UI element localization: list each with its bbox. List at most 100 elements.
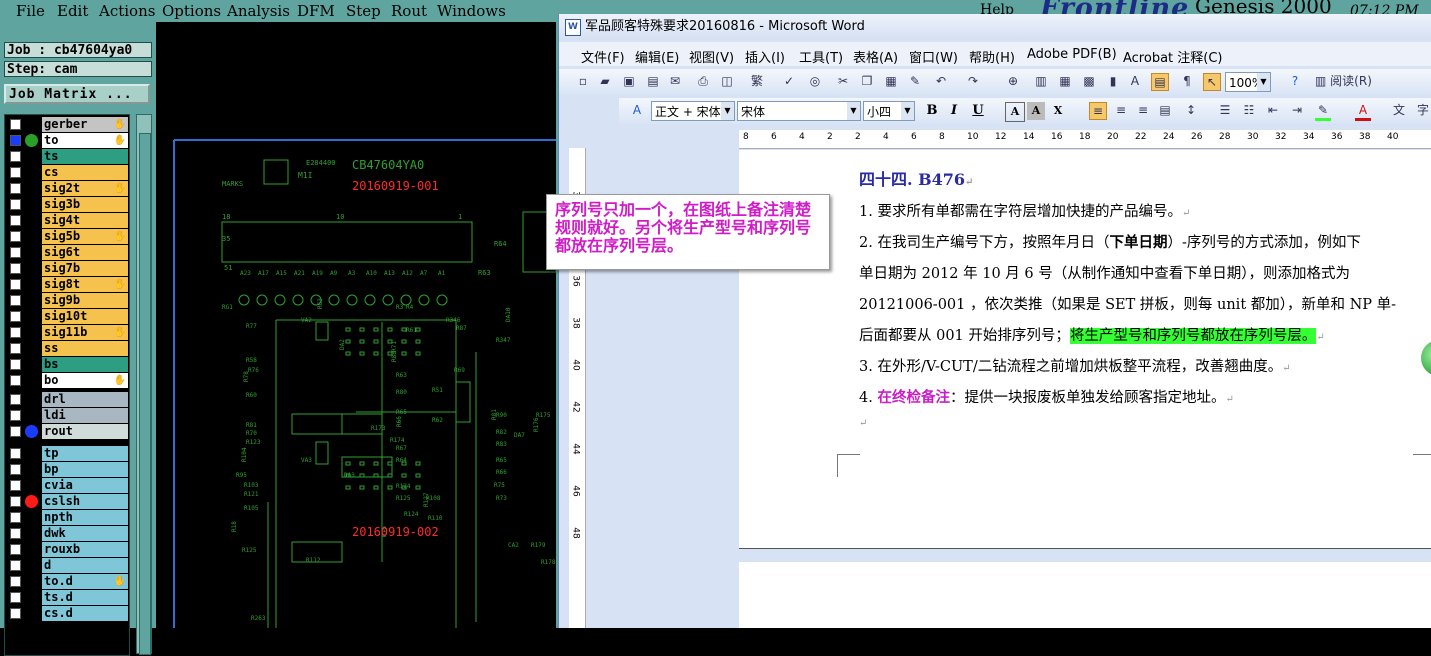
layer-name[interactable]: sig4t [42, 213, 128, 228]
layer-checkbox[interactable] [10, 480, 21, 491]
highlight-icon[interactable]: ✎ [1315, 102, 1331, 121]
layer-row-tp[interactable]: tp [5, 446, 129, 461]
pointer-icon[interactable]: ↖ [1203, 73, 1221, 91]
print-preview-icon[interactable]: ◫ [719, 73, 735, 89]
align-center-icon[interactable]: ≡ [1113, 102, 1129, 118]
layer-checkbox[interactable] [10, 183, 21, 194]
bold-icon[interactable]: B [923, 102, 941, 120]
menu-file[interactable]: File [16, 2, 45, 20]
menu-dfm[interactable]: DFM [297, 2, 335, 20]
layer-checkbox[interactable] [10, 592, 21, 603]
word-menu-window[interactable]: 窗口(W) [909, 47, 958, 66]
layer-name[interactable]: dwk [42, 526, 128, 541]
layer-row-sig7b[interactable]: sig7b [5, 261, 129, 276]
char-shading-icon[interactable]: A [1027, 102, 1045, 120]
layer-name[interactable]: sig8t ✋ [42, 277, 128, 292]
layer-name[interactable]: sig7b [42, 261, 128, 276]
layer-row-sig2t[interactable]: sig2t ✋ [5, 181, 129, 196]
font-size-select[interactable]: 小四 ▼ [863, 101, 915, 121]
increase-indent-icon[interactable]: ⇥ [1289, 102, 1305, 118]
document-map-icon[interactable]: ▤ [1151, 73, 1169, 91]
layer-checkbox[interactable] [10, 576, 21, 587]
layer-row-gerber[interactable]: gerber ✋ [5, 117, 129, 132]
layer-list-scrollbar[interactable] [136, 114, 152, 655]
layer-row-d[interactable]: d [5, 558, 129, 573]
paste-icon[interactable]: ▦ [883, 73, 899, 89]
char-scale-icon[interactable]: X [1049, 102, 1067, 120]
redo-icon[interactable]: ↷ [965, 73, 981, 89]
layer-name[interactable]: to ✋ [42, 133, 128, 148]
layer-checkbox[interactable] [10, 359, 21, 370]
pcb-graphics-canvas[interactable]: A23 A17 A15 A21 A19 A9 A3 A10 A13 A12 A7 A1 R77 R58 R7… [156, 22, 558, 628]
layer-name[interactable]: sig11b ✋ [42, 325, 128, 340]
layer-checkbox[interactable] [10, 311, 21, 322]
insert-excel-icon[interactable]: ▩ [1081, 73, 1097, 89]
layer-row-npth[interactable]: npth [5, 510, 129, 525]
layer-checkbox[interactable] [10, 263, 21, 274]
layer-checkbox[interactable] [10, 464, 21, 475]
chevron-down-icon[interactable]: ▼ [1257, 73, 1270, 91]
bullets-icon[interactable]: ☷ [1241, 102, 1257, 118]
layer-status-dot[interactable] [25, 425, 38, 438]
open-icon[interactable]: ▰ [597, 73, 613, 89]
layer-checkbox[interactable] [10, 410, 21, 421]
numbering-icon[interactable]: ☰ [1217, 102, 1233, 118]
layer-name[interactable]: gerber ✋ [42, 117, 128, 132]
layer-name[interactable]: ts [42, 149, 128, 164]
layer-row-sig4t[interactable]: sig4t [5, 213, 129, 228]
print-icon[interactable]: ⎙ [695, 73, 711, 89]
layer-name[interactable]: cslsh [42, 494, 128, 509]
format-painter-icon[interactable]: ✎ [907, 73, 923, 89]
layer-checkbox[interactable] [10, 528, 21, 539]
layer-row-sig11b[interactable]: sig11b ✋ [5, 325, 129, 340]
menu-actions[interactable]: Actions [99, 2, 155, 20]
phonetic-guide-icon[interactable]: 文 [1391, 102, 1407, 118]
layer-name[interactable]: to.d ✋ [42, 574, 128, 589]
menu-analysis[interactable]: Analysis [227, 2, 290, 20]
layer-checkbox[interactable] [10, 167, 21, 178]
layer-row-bo[interactable]: bo ✋ [5, 373, 129, 388]
layer-checkbox[interactable] [10, 512, 21, 523]
word-menu-adobe-pdf[interactable]: Adobe PDF(B) [1027, 47, 1117, 62]
layer-checkbox[interactable] [10, 426, 21, 437]
word-menu-acrobat-comments[interactable]: Acrobat 注释(C) [1123, 47, 1223, 66]
layer-row-to[interactable]: to ✋ [5, 133, 129, 148]
layer-row-ss[interactable]: ss [5, 341, 129, 356]
layer-checkbox[interactable] [10, 151, 21, 162]
undo-icon[interactable]: ↶ [933, 73, 949, 89]
layer-row-rouxb[interactable]: rouxb [5, 542, 129, 557]
layer-checkbox[interactable] [10, 327, 21, 338]
drawing-icon[interactable]: Ａ [1127, 73, 1143, 89]
word-menu-file[interactable]: 文件(F) [581, 47, 625, 66]
font-color-icon[interactable]: A [1355, 102, 1371, 121]
reading-mode-button[interactable]: ▥ 阅读(R) [1315, 73, 1387, 89]
menu-edit[interactable]: Edit [57, 2, 88, 20]
layer-checkbox[interactable] [10, 496, 21, 507]
layer-row-cs[interactable]: cs [5, 165, 129, 180]
layer-name[interactable]: bs [42, 357, 128, 372]
layer-name[interactable]: ss [42, 341, 128, 356]
layer-row-bp[interactable]: bp [5, 462, 129, 477]
layer-checkbox[interactable] [10, 119, 21, 130]
layer-row-rout[interactable]: rout [5, 424, 129, 439]
align-justify-icon[interactable]: ≡ [1089, 102, 1107, 120]
menu-rout[interactable]: Rout [391, 2, 427, 20]
layer-row-sig3b[interactable]: sig3b [5, 197, 129, 212]
layer-name[interactable]: cs.d [42, 606, 128, 621]
layer-status-dot[interactable] [25, 495, 38, 508]
research-icon[interactable]: ◎ [807, 73, 823, 89]
layer-row-ts[interactable]: ts [5, 149, 129, 164]
help-icon[interactable]: ? [1287, 73, 1303, 89]
layer-name[interactable]: bo ✋ [42, 373, 128, 388]
layer-checkbox[interactable] [10, 231, 21, 242]
menu-windows[interactable]: Windows [437, 2, 506, 20]
layer-name[interactable]: rout [42, 424, 128, 439]
layer-checkbox[interactable] [10, 394, 21, 405]
layer-checkbox[interactable] [10, 135, 21, 146]
layer-name[interactable]: sig2t ✋ [42, 181, 128, 196]
layer-name[interactable]: rouxb [42, 542, 128, 557]
word-menu-tools[interactable]: 工具(T) [799, 47, 843, 66]
layer-checkbox[interactable] [10, 608, 21, 619]
layer-name[interactable]: sig5b ✋ [42, 229, 128, 244]
chevron-down-icon[interactable]: ▼ [847, 102, 860, 120]
